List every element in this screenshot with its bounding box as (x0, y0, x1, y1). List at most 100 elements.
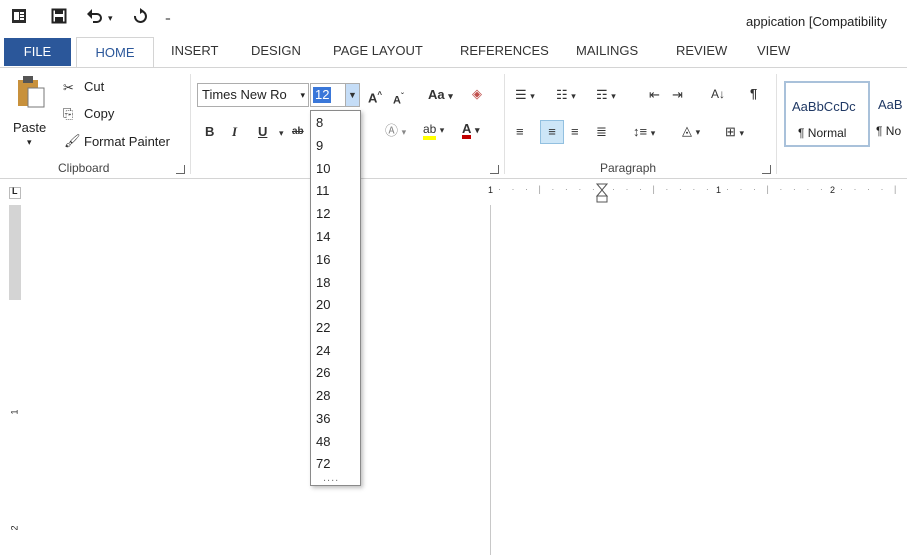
undo-dropdown-icon[interactable]: ▾ (108, 8, 113, 28)
hruler-ticks: · · · · | (840, 184, 901, 194)
font-size-option[interactable]: 22 (316, 320, 330, 335)
copy-button[interactable]: Copy (84, 106, 114, 121)
style-no-spacing[interactable]: AaB ¶ No (872, 81, 907, 147)
paste-label: Paste (13, 120, 47, 135)
scissors-icon: ✂ (63, 80, 74, 95)
font-size-option[interactable]: 11 (316, 183, 330, 198)
align-right-icon[interactable]: ≡ (571, 124, 579, 140)
bullets-icon[interactable]: ☰ ▾ (515, 87, 535, 104)
font-size-option[interactable]: 9 (316, 138, 323, 153)
font-size-option[interactable]: 72 (316, 456, 330, 471)
numbering-icon[interactable]: ☷ ▾ (556, 87, 576, 104)
font-size-option[interactable]: 14 (316, 229, 330, 244)
document-area[interactable] (0, 180, 907, 555)
font-size-option[interactable]: 28 (316, 388, 330, 403)
separator (190, 74, 191, 174)
font-name-box[interactable]: Times New Ro ▾ (197, 83, 309, 107)
format-painter-icon: 🖌 (64, 133, 81, 148)
ribbon: Paste ▾ ✂ Cut ⎘ Copy 🖌 Format Painter Cl… (0, 67, 907, 179)
window-title: appication [Compatibility (746, 14, 887, 29)
style-name: ¶ No (876, 124, 902, 138)
font-size-option[interactable]: 20 (316, 297, 330, 312)
line-spacing-icon[interactable]: ↕≡ ▾ (633, 124, 655, 141)
strikethrough-icon[interactable]: ab (292, 124, 304, 140)
font-size-option[interactable]: 36 (316, 411, 330, 426)
hruler-mark: 1 (716, 185, 722, 195)
tab-references[interactable]: REFERENCES (460, 43, 549, 58)
center-align-icon[interactable]: ≡ (540, 120, 564, 144)
font-size-option[interactable]: 18 (316, 275, 330, 290)
change-case-button[interactable]: Aa ▾ (428, 87, 453, 104)
hruler-mark: 1 (488, 185, 494, 195)
tab-review[interactable]: REVIEW (676, 43, 727, 58)
font-launcher-icon[interactable] (490, 165, 499, 174)
style-name: ¶ Normal (798, 126, 847, 140)
undo-icon[interactable] (86, 8, 104, 30)
page-left-edge (490, 205, 491, 555)
indent-marker-icon[interactable] (595, 183, 609, 206)
tab-home[interactable]: HOME (76, 37, 154, 68)
dropdown-resize-grip[interactable]: .... (323, 472, 339, 484)
font-size-option[interactable]: 48 (316, 434, 330, 449)
clear-formatting-icon[interactable]: ◈ (472, 86, 482, 102)
decrease-indent-icon[interactable]: ⇤ (649, 87, 660, 103)
font-size-option[interactable]: 8 (316, 115, 323, 130)
font-size-option[interactable]: 24 (316, 343, 330, 358)
font-size-option[interactable]: 12 (316, 206, 330, 221)
font-size-value[interactable]: 12 (313, 87, 332, 103)
tab-file[interactable]: FILE (4, 38, 71, 66)
borders-icon[interactable]: ⊞ ▾ (725, 124, 744, 141)
tab-mailings[interactable]: MAILINGS (576, 43, 638, 58)
shading-icon[interactable]: ◬ ▾ (682, 123, 700, 140)
grow-font-icon[interactable]: A^ (368, 87, 382, 106)
customize-qat-icon[interactable]: ₌ (165, 8, 171, 28)
separator (776, 74, 777, 174)
show-formatting-marks-icon[interactable]: ¶ (750, 86, 757, 102)
justify-icon[interactable]: ≣ (596, 124, 607, 140)
clipboard-group-label: Clipboard (58, 161, 110, 175)
change-case-label: Aa (428, 87, 445, 102)
style-sample: AaB (878, 97, 903, 112)
font-size-option[interactable]: 26 (316, 365, 330, 380)
tab-view[interactable]: VIEW (757, 43, 790, 58)
title-bar: ▾ ₌ appication [Compatibility (0, 0, 907, 37)
cut-button[interactable]: Cut (84, 79, 104, 94)
highlight-icon[interactable]: ab ▾ (423, 121, 444, 140)
clipboard-launcher-icon[interactable] (176, 165, 185, 174)
vertical-ruler[interactable]: 1 2 (9, 205, 21, 555)
increase-indent-icon[interactable]: ⇥ (672, 87, 683, 103)
hruler-ticks: · · · | · · · · (726, 184, 827, 194)
underline-dropdown-icon[interactable]: ▾ (279, 125, 284, 141)
font-size-box[interactable]: 12 ▼ (310, 83, 360, 107)
underline-button[interactable]: U (258, 124, 267, 140)
save-icon[interactable] (51, 8, 67, 30)
hruler-mark: 2 (830, 185, 836, 195)
font-size-option[interactable]: 16 (316, 252, 330, 267)
italic-button[interactable]: I (232, 124, 237, 140)
style-normal[interactable]: AaBbCcDc ¶ Normal (784, 81, 870, 147)
font-size-dropdown-icon[interactable]: ▼ (345, 84, 359, 106)
format-painter-button[interactable]: Format Painter (84, 134, 170, 149)
redo-icon[interactable] (132, 8, 148, 30)
align-left-icon[interactable]: ≡ (516, 124, 524, 140)
shrink-font-icon[interactable]: Aˇ (393, 89, 404, 109)
ribbon-tabs: FILE HOME INSERT DESIGN PAGE LAYOUT REFE… (0, 37, 907, 68)
tab-page-layout[interactable]: PAGE LAYOUT (333, 43, 423, 58)
text-effects-icon[interactable]: Ⓐ ▾ (385, 123, 406, 140)
font-color-icon[interactable]: A ▾ (462, 121, 480, 139)
hruler-ticks: · · · | · · · · (498, 184, 599, 194)
horizontal-ruler[interactable]: 1 · · · | · · · · · · · | · · · · 1 · · … (488, 183, 907, 203)
paragraph-launcher-icon[interactable] (762, 165, 771, 174)
multilevel-list-icon[interactable]: ☶ ▾ (596, 87, 616, 104)
bold-button[interactable]: B (205, 124, 214, 140)
font-size-option[interactable]: 10 (316, 161, 330, 176)
sort-icon[interactable]: A↓ (711, 86, 725, 102)
vruler-mark: 1 (9, 409, 20, 415)
tab-selector[interactable]: L (9, 186, 21, 199)
font-name-value: Times New Ro (202, 87, 287, 102)
font-size-dropdown[interactable]: 8 9 10 11 12 14 16 18 20 22 24 26 28 36 … (310, 110, 361, 486)
tab-insert[interactable]: INSERT (171, 43, 218, 58)
font-name-dropdown-icon[interactable]: ▾ (300, 84, 305, 106)
tab-design[interactable]: DESIGN (251, 43, 301, 58)
word-app-icon[interactable] (11, 8, 27, 30)
